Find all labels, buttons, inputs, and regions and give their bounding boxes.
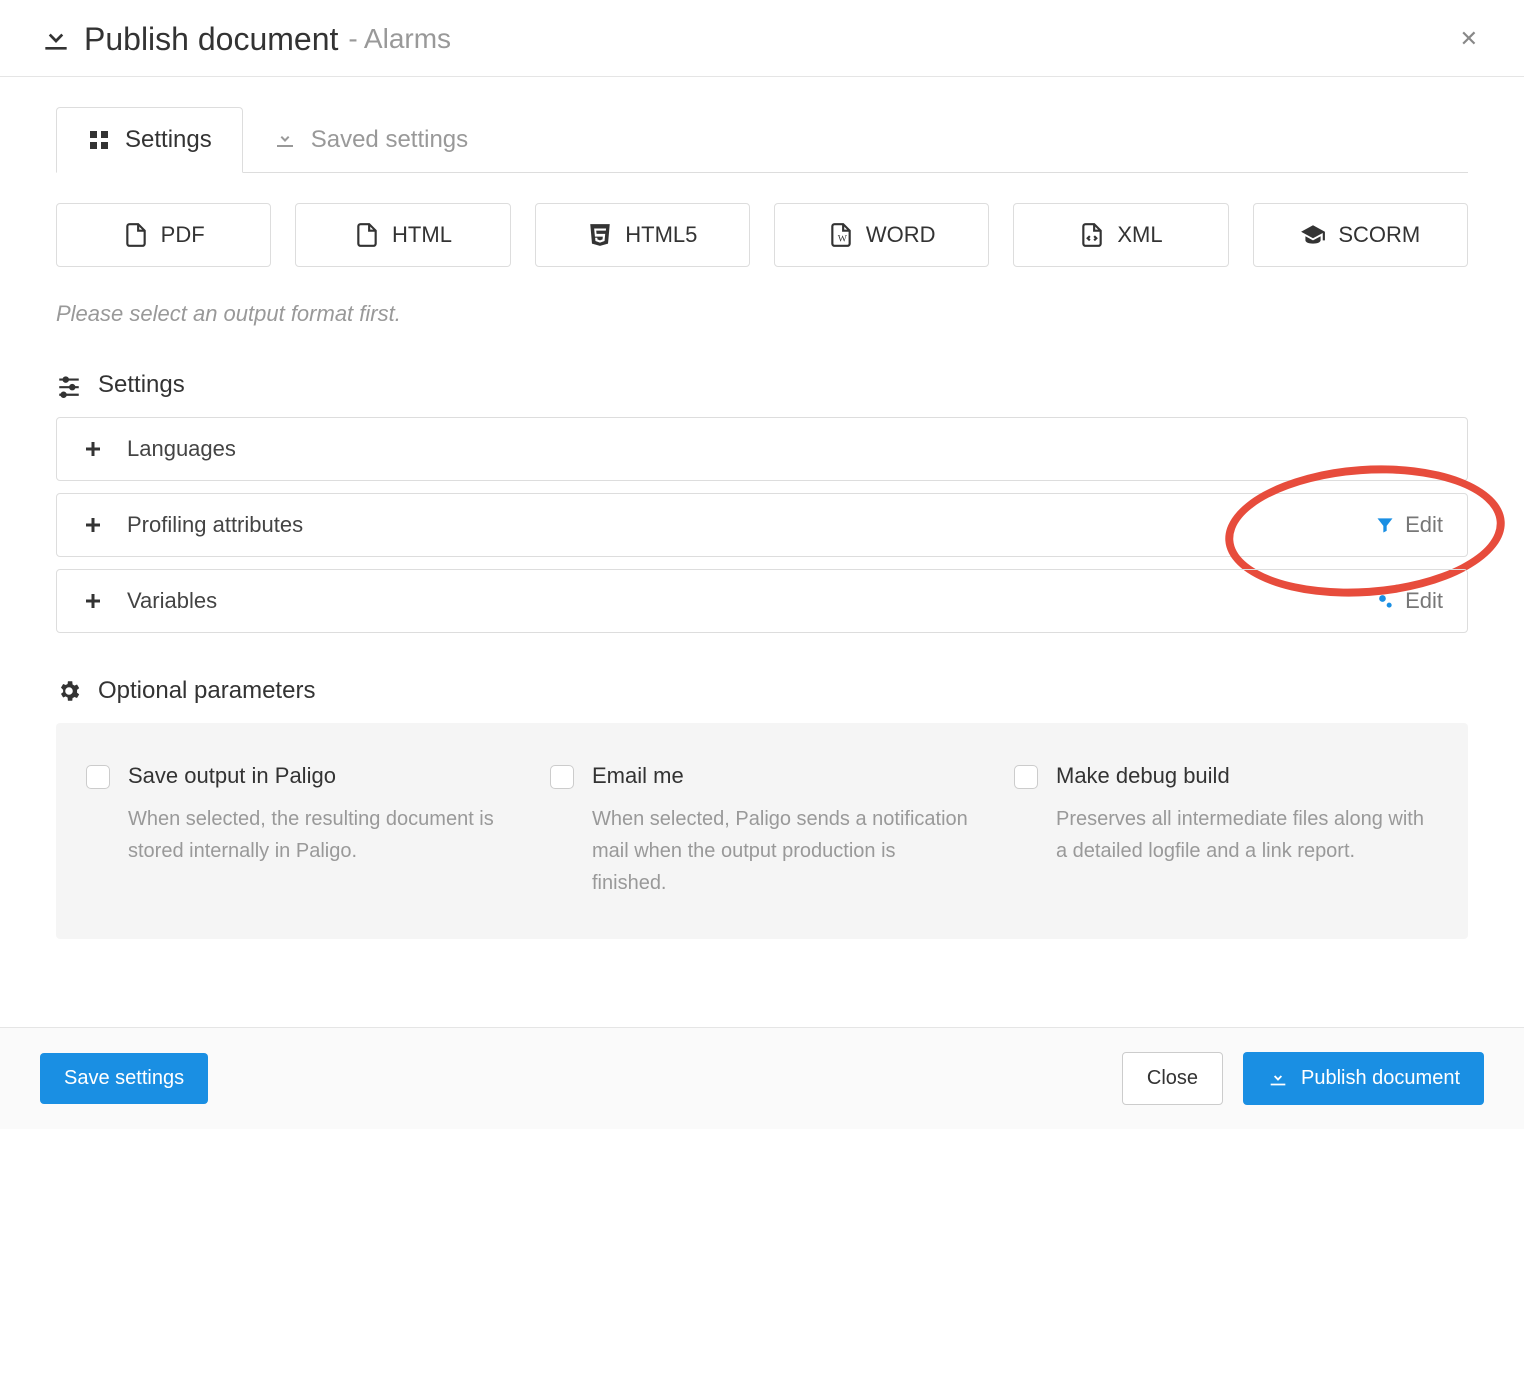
file-pdf-icon	[123, 222, 149, 248]
accordion-languages[interactable]: Languages	[56, 417, 1468, 481]
accordion-label: Profiling attributes	[127, 512, 303, 538]
button-label: Close	[1147, 1067, 1198, 1090]
plus-icon	[81, 589, 105, 613]
modal-title: Publish document	[84, 21, 338, 58]
format-scorm-button[interactable]: SCORM	[1253, 203, 1468, 267]
format-label: HTML	[392, 222, 452, 248]
format-html-button[interactable]: HTML	[295, 203, 510, 267]
format-label: PDF	[161, 222, 205, 248]
grid-icon	[87, 128, 111, 152]
save-settings-button[interactable]: Save settings	[40, 1053, 208, 1104]
filter-icon	[1375, 515, 1395, 535]
download-icon	[273, 128, 297, 152]
gears-icon	[1375, 591, 1395, 611]
accordion-label: Variables	[127, 588, 217, 614]
edit-profiling-link[interactable]: Edit	[1375, 512, 1443, 538]
section-title: Settings	[98, 371, 185, 399]
tab-bar: Settings Saved settings	[56, 107, 1468, 173]
format-label: XML	[1117, 222, 1162, 248]
tab-settings[interactable]: Settings	[56, 107, 243, 173]
format-row: PDF HTML HTML5 W WORD XML SCORM	[56, 203, 1468, 267]
html5-icon	[587, 222, 613, 248]
section-title: Optional parameters	[98, 677, 315, 705]
graduation-cap-icon	[1300, 222, 1326, 248]
modal-footer: Save settings Close Publish document	[0, 1027, 1524, 1129]
optional-heading: Optional parameters	[56, 677, 1468, 705]
button-label: Save settings	[64, 1067, 184, 1090]
close-icon[interactable]: ✕	[1454, 20, 1484, 58]
download-icon	[1267, 1068, 1289, 1090]
checkbox-debug-build[interactable]	[1014, 765, 1038, 789]
option-email-me: Email me When selected, Paligo sends a n…	[550, 763, 974, 899]
tab-label: Settings	[125, 126, 212, 154]
file-word-icon: W	[828, 222, 854, 248]
format-pdf-button[interactable]: PDF	[56, 203, 271, 267]
close-button[interactable]: Close	[1122, 1052, 1223, 1105]
plus-icon	[81, 437, 105, 461]
option-debug-build: Make debug build Preserves all intermedi…	[1014, 763, 1438, 899]
svg-text:W: W	[838, 234, 848, 245]
option-desc: When selected, the resulting document is…	[128, 803, 510, 867]
accordion-variables[interactable]: Variables Edit	[56, 569, 1468, 633]
edit-label: Edit	[1405, 588, 1443, 614]
checkbox-email-me[interactable]	[550, 765, 574, 789]
plus-icon	[81, 513, 105, 537]
download-icon	[40, 23, 72, 55]
settings-heading: Settings	[56, 371, 1468, 399]
option-title: Make debug build	[1056, 763, 1438, 789]
accordion-profiling-attributes[interactable]: Profiling attributes Edit	[56, 493, 1468, 557]
checkbox-save-output[interactable]	[86, 765, 110, 789]
format-html5-button[interactable]: HTML5	[535, 203, 750, 267]
button-label: Publish document	[1301, 1067, 1460, 1090]
optional-params-panel: Save output in Paligo When selected, the…	[56, 723, 1468, 939]
format-hint: Please select an output format first.	[56, 301, 1468, 327]
publish-document-button[interactable]: Publish document	[1243, 1052, 1484, 1105]
gear-icon	[56, 678, 82, 704]
modal-header: Publish document - Alarms ✕	[0, 0, 1524, 77]
edit-variables-link[interactable]: Edit	[1375, 588, 1443, 614]
option-desc: Preserves all intermediate files along w…	[1056, 803, 1438, 867]
file-code-icon	[1079, 222, 1105, 248]
format-label: WORD	[866, 222, 936, 248]
option-desc: When selected, Paligo sends a notificati…	[592, 803, 974, 899]
format-label: HTML5	[625, 222, 697, 248]
option-title: Email me	[592, 763, 974, 789]
option-title: Save output in Paligo	[128, 763, 510, 789]
tab-label: Saved settings	[311, 126, 468, 154]
accordion-label: Languages	[127, 436, 236, 462]
tab-saved-settings[interactable]: Saved settings	[243, 107, 498, 172]
format-word-button[interactable]: W WORD	[774, 203, 989, 267]
format-xml-button[interactable]: XML	[1013, 203, 1228, 267]
sliders-icon	[56, 372, 82, 398]
option-save-output: Save output in Paligo When selected, the…	[86, 763, 510, 899]
edit-label: Edit	[1405, 512, 1443, 538]
modal-subtitle: - Alarms	[348, 23, 451, 55]
format-label: SCORM	[1338, 222, 1420, 248]
file-icon	[354, 222, 380, 248]
